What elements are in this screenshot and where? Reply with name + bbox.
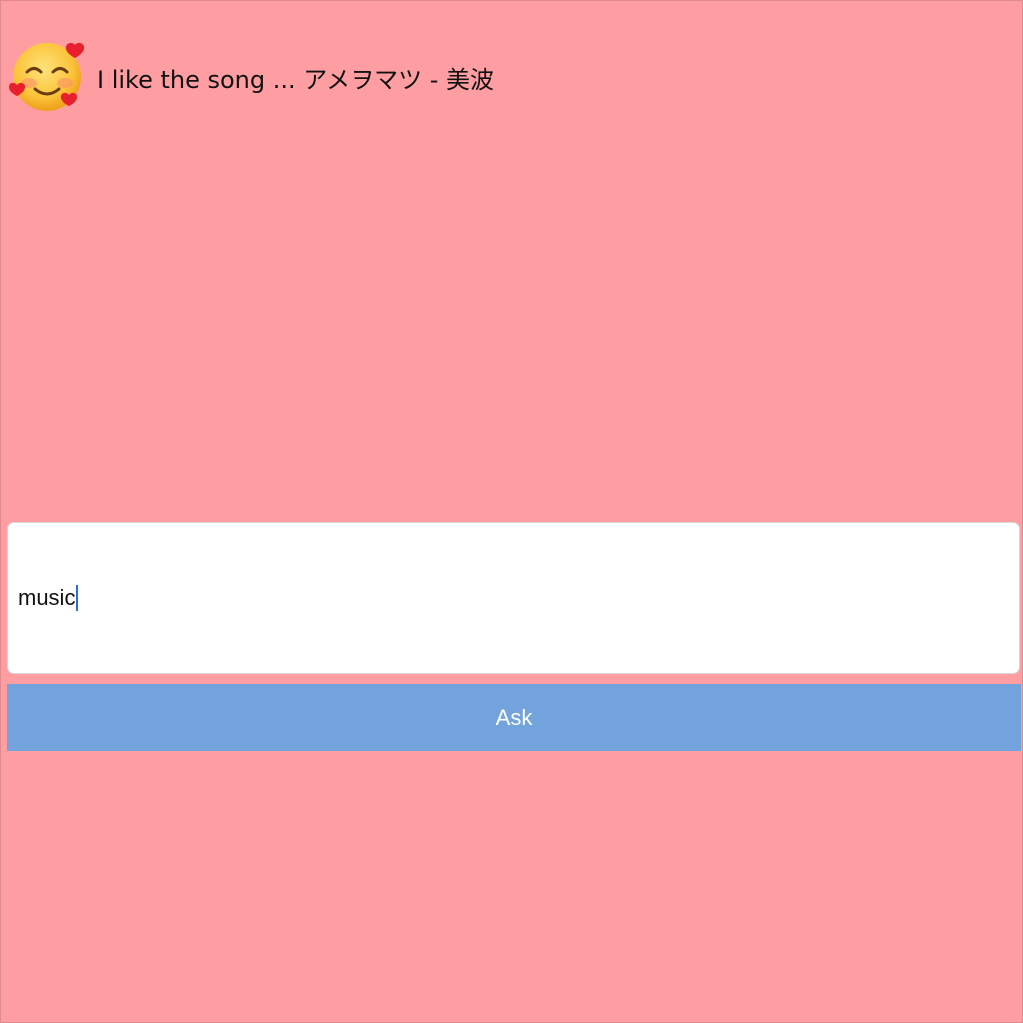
question-input-value[interactable]: music [18,585,75,611]
message-text: I like the song ... アメヲマツ - 美波 [97,65,494,94]
question-input[interactable]: music [7,522,1020,674]
ask-button[interactable]: Ask [7,684,1021,751]
smiling-face-with-hearts-icon [9,39,89,115]
message-header: I like the song ... アメヲマツ - 美波 [9,39,494,115]
text-caret [76,585,79,611]
